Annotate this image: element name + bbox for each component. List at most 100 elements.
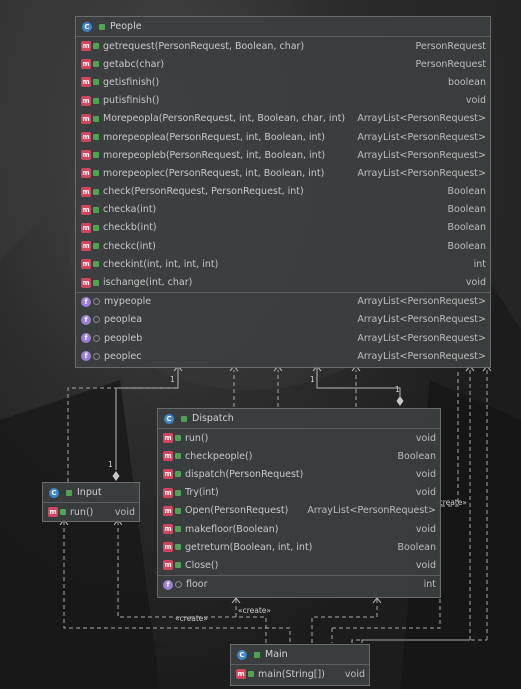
method-name: run() bbox=[185, 432, 209, 444]
method-icon: m bbox=[81, 277, 91, 288]
method-return-type: void bbox=[415, 487, 436, 499]
method-icon: m bbox=[163, 469, 173, 480]
method-row[interactable]: m putisfinish() void bbox=[76, 92, 490, 110]
method-icon: m bbox=[81, 204, 91, 215]
field-type: int bbox=[423, 579, 436, 591]
method-return-type: ArrayList<PersonRequest> bbox=[357, 167, 486, 179]
method-row[interactable]: m run() void bbox=[43, 503, 139, 521]
method-icon: m bbox=[81, 241, 91, 252]
method-row[interactable]: m checkc(int) Boolean bbox=[76, 237, 490, 255]
method-row[interactable]: m main(String[]) void bbox=[231, 665, 369, 683]
method-row[interactable]: m checkb(int) Boolean bbox=[76, 219, 490, 237]
class-dispatch-header[interactable]: C Dispatch bbox=[158, 409, 440, 429]
method-return-type: PersonRequest bbox=[415, 58, 486, 70]
method-icon: m bbox=[81, 150, 91, 161]
people-fields: f mypeople ArrayList<PersonRequest> f people… bbox=[76, 291, 490, 366]
input-diamond bbox=[112, 471, 120, 481]
class-main-header[interactable]: C Main bbox=[231, 645, 369, 665]
method-icon: m bbox=[81, 95, 91, 106]
method-row[interactable]: m dispatch(PersonRequest) void bbox=[158, 465, 440, 483]
package-icon bbox=[175, 581, 182, 589]
method-row[interactable]: m checkint(int, int, int, int) int bbox=[76, 255, 490, 273]
method-row[interactable]: m checka(int) Boolean bbox=[76, 201, 490, 219]
method-name: ischange(int, char) bbox=[103, 277, 193, 289]
method-row[interactable]: m Close() void bbox=[158, 556, 440, 574]
class-people-header[interactable]: C People bbox=[76, 17, 490, 37]
public-icon bbox=[175, 507, 181, 514]
field-type: ArrayList<PersonRequest> bbox=[357, 350, 486, 362]
method-row[interactable]: m getisfinish() boolean bbox=[76, 73, 490, 91]
field-row[interactable]: f mypeople ArrayList<PersonRequest> bbox=[76, 293, 490, 311]
method-name: makefloor(Boolean) bbox=[185, 523, 279, 535]
method-row[interactable]: m Morepeopla(PersonRequest, int, Boolean,… bbox=[76, 110, 490, 128]
method-name: getabc(char) bbox=[103, 58, 165, 70]
method-row[interactable]: m morepeoplea(PersonRequest, int, Boolean… bbox=[76, 128, 490, 146]
field-row[interactable]: f peopleb ArrayList<PersonRequest> bbox=[76, 329, 490, 347]
public-icon bbox=[175, 435, 181, 442]
field-icon: f bbox=[81, 351, 91, 362]
method-name: putisfinish() bbox=[103, 95, 160, 107]
method-name: checkb(int) bbox=[103, 222, 157, 234]
method-name: main(String[]) bbox=[258, 668, 325, 680]
class-dispatch-title: Dispatch bbox=[192, 413, 234, 424]
method-row[interactable]: m check(PersonRequest, PersonRequest, int… bbox=[76, 183, 490, 201]
method-icon: m bbox=[81, 41, 91, 52]
method-row[interactable]: m ischange(int, char) void bbox=[76, 273, 490, 291]
field-icon: f bbox=[81, 296, 91, 307]
field-name: mypeople bbox=[104, 296, 152, 308]
method-return-type: Boolean bbox=[447, 240, 486, 252]
method-row[interactable]: m morepeoplec(PersonRequest, int, Boolean… bbox=[76, 164, 490, 182]
method-row[interactable]: m run() void bbox=[158, 429, 440, 447]
method-icon: m bbox=[81, 186, 91, 197]
public-icon bbox=[175, 526, 181, 533]
field-name: floor bbox=[186, 579, 208, 591]
public-icon bbox=[93, 43, 99, 50]
public-icon bbox=[93, 61, 99, 68]
class-input[interactable]: C Input m run() void bbox=[42, 482, 140, 522]
field-row[interactable]: f peoplea ArrayList<PersonRequest> bbox=[76, 311, 490, 329]
field-row[interactable]: f peoplec ArrayList<PersonRequest> bbox=[76, 347, 490, 365]
package-icon bbox=[93, 352, 100, 360]
package-icon bbox=[93, 316, 100, 324]
class-main[interactable]: C Main m main(String[]) void bbox=[230, 644, 370, 686]
method-icon: m bbox=[163, 560, 173, 571]
class-input-title: Input bbox=[77, 487, 102, 498]
method-icon: m bbox=[163, 505, 173, 516]
people-methods: m getrequest(PersonRequest, Boolean, char… bbox=[76, 37, 490, 292]
method-row[interactable]: m getabc(char) PersonRequest bbox=[76, 55, 490, 73]
class-icon: C bbox=[237, 649, 247, 660]
public-icon bbox=[93, 188, 99, 195]
method-name: checkint(int, int, int, int) bbox=[103, 258, 219, 270]
method-row[interactable]: m getreturn(Boolean, int, int) Boolean bbox=[158, 538, 440, 556]
method-icon: m bbox=[48, 507, 58, 518]
class-icon: C bbox=[49, 487, 59, 498]
method-return-type: Boolean bbox=[447, 186, 486, 198]
field-row[interactable]: f floor int bbox=[158, 576, 440, 594]
dispatch-methods: m run() void m checkpeople() Boolean m dispatch… bbox=[158, 429, 440, 575]
multiplicity-dispatch: 1 bbox=[395, 385, 400, 394]
class-input-header[interactable]: C Input bbox=[43, 483, 139, 503]
method-row[interactable]: m getrequest(PersonRequest, Boolean, char… bbox=[76, 37, 490, 55]
method-name: Morepeopla(PersonRequest, int, Boolean, … bbox=[103, 113, 346, 125]
method-row[interactable]: m checkpeople() Boolean bbox=[158, 447, 440, 465]
public-icon bbox=[175, 544, 181, 551]
method-row[interactable]: m morepeopleb(PersonRequest, int, Boolean… bbox=[76, 146, 490, 164]
method-icon: m bbox=[163, 433, 173, 444]
method-row[interactable]: m Try(int) void bbox=[158, 484, 440, 502]
method-return-type: ArrayList<PersonRequest> bbox=[307, 505, 436, 517]
method-name: dispatch(PersonRequest) bbox=[185, 468, 304, 480]
public-icon bbox=[93, 152, 99, 159]
method-row[interactable]: m Open(PersonRequest) ArrayList<PersonRequ… bbox=[158, 502, 440, 520]
method-name: checkc(int) bbox=[103, 240, 156, 252]
public-icon bbox=[93, 279, 99, 286]
public-icon bbox=[93, 206, 99, 213]
class-dispatch[interactable]: C Dispatch m run() void m checkpeople() Boole… bbox=[157, 408, 441, 598]
method-return-type: Boolean bbox=[397, 450, 436, 462]
method-return-type: void bbox=[465, 95, 486, 107]
method-row[interactable]: m makefloor(Boolean) void bbox=[158, 520, 440, 538]
package-icon bbox=[93, 298, 100, 306]
method-icon: m bbox=[81, 222, 91, 233]
create-label-input: «create» bbox=[175, 614, 208, 623]
class-people[interactable]: C People m getrequest(PersonRequest, Bool… bbox=[75, 16, 491, 368]
public-icon bbox=[248, 671, 254, 678]
